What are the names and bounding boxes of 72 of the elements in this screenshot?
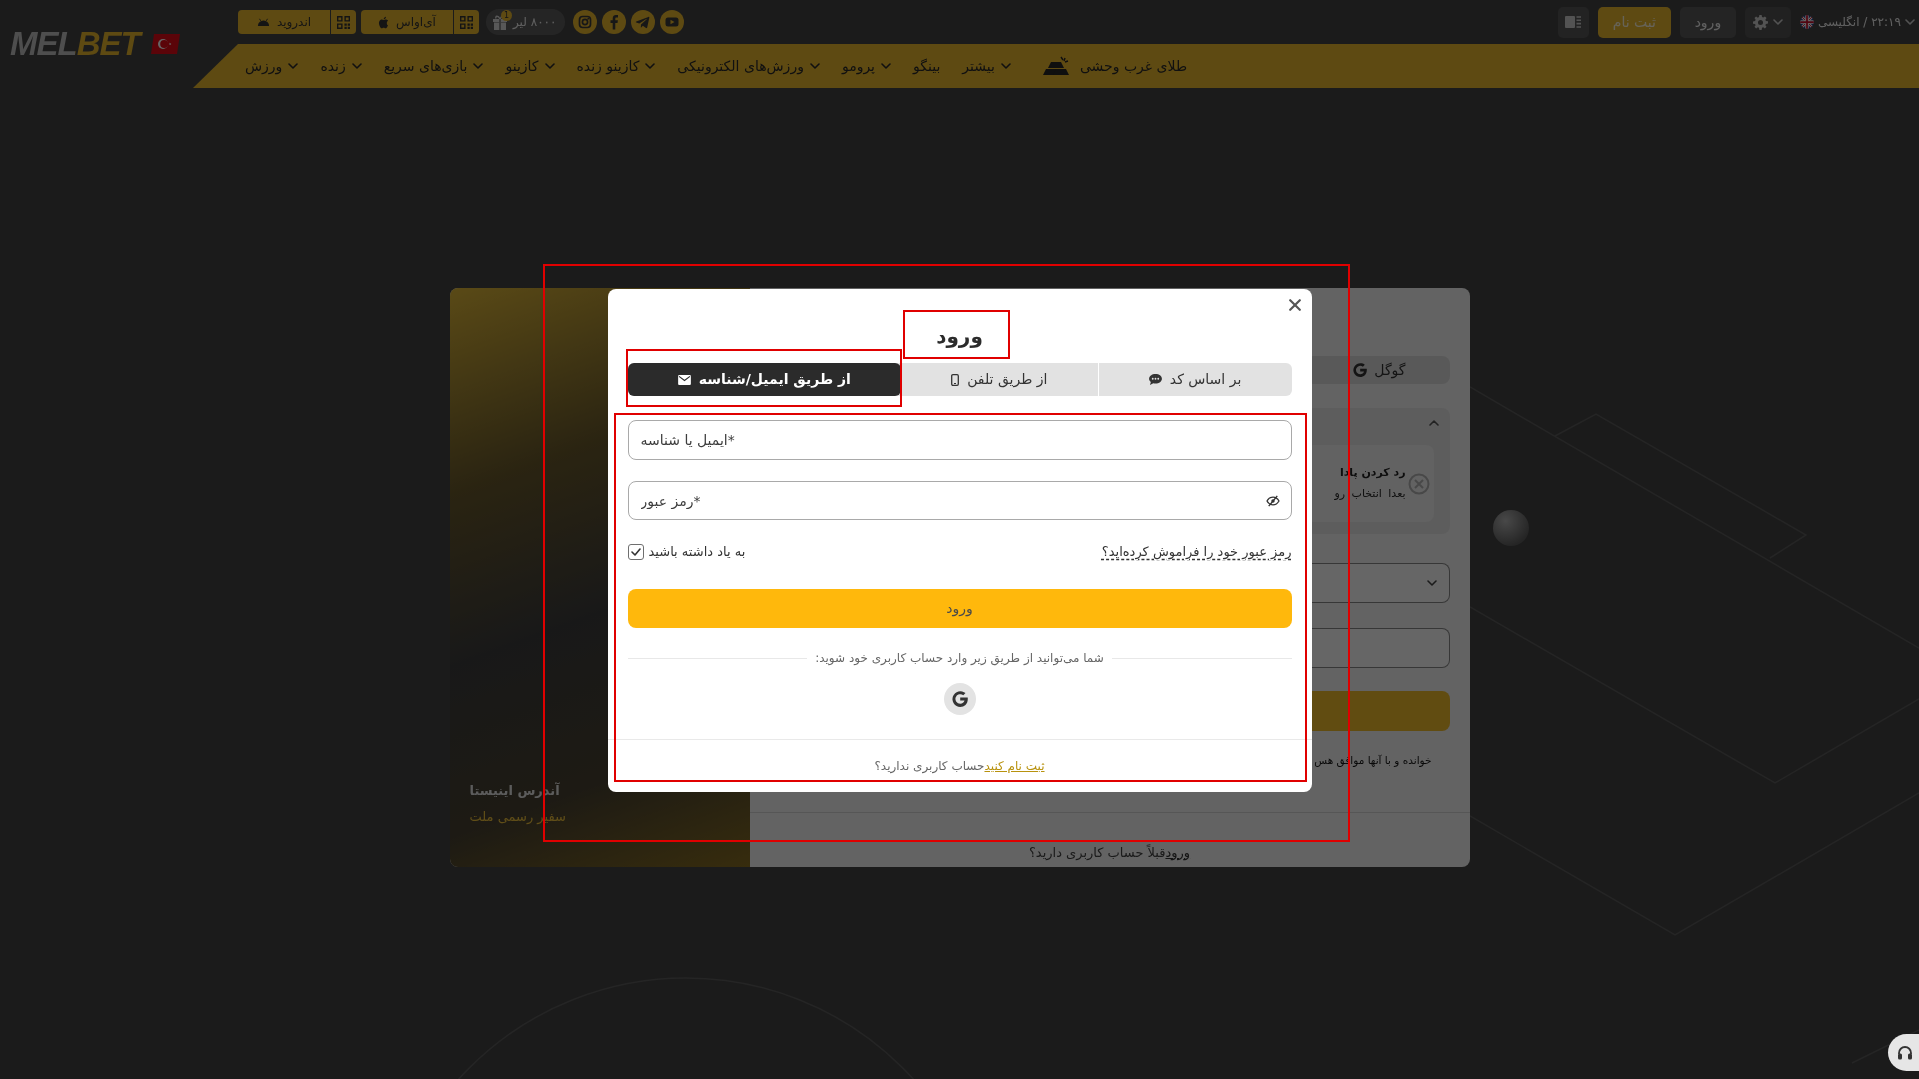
qr-code-button[interactable]: [331, 10, 356, 34]
nav-menu-item[interactable]: ورزش‌های الکترونیکی: [677, 55, 820, 77]
chevron-down-icon: [351, 63, 362, 69]
login-method-tab[interactable]: از طریق تلفن: [901, 363, 1099, 396]
login-method-tab[interactable]: از طریق ایمیل/شناسه: [627, 363, 901, 396]
dialog-title: ورود: [936, 323, 983, 350]
email-field[interactable]: ایمیل یا شناسه*: [627, 420, 1292, 460]
chevron-down-icon: [881, 63, 892, 69]
password-field[interactable]: رمز عبور*: [627, 481, 1292, 520]
apple-icon: [378, 15, 390, 29]
forgot-password-link[interactable]: رمز عبور خود را فراموش کرده‌اید؟: [1101, 542, 1292, 562]
qr-code-icon: [460, 15, 473, 29]
facebook-icon[interactable]: [601, 10, 626, 34]
social-login-caption: شما می‌توانید از طریق زیر وارد حساب کاربری خود شوید:: [815, 650, 1104, 667]
social-login-button[interactable]: [943, 683, 976, 715]
crescent-star-flag-icon[interactable]: [150, 34, 180, 54]
flag-icon: [1799, 15, 1814, 29]
chevron-down-icon: [809, 63, 820, 69]
notification-badge: 1: [501, 10, 512, 21]
nav-menu-item[interactable]: بازی‌های سریع: [383, 55, 484, 77]
remember-me-label[interactable]: به یاد داشته باشید: [648, 542, 746, 562]
chevron-down-icon: [544, 63, 555, 69]
login-prompt-text: قبلاً حساب کاربری دارید؟: [1028, 843, 1166, 860]
g-logo-icon: [951, 691, 968, 707]
app-download-button[interactable]: اندروید: [238, 10, 330, 34]
toolbar-button[interactable]: [1557, 6, 1589, 38]
envelope-icon: [677, 374, 691, 385]
telegram-icon[interactable]: [630, 10, 655, 34]
chevron-down-icon: [1905, 19, 1915, 25]
chevron-down-icon: [1426, 580, 1437, 586]
chevron-down-icon: [288, 63, 299, 69]
bonus-option-subtitle: بعدا انتخاب رو: [1334, 485, 1406, 502]
checkmark-icon: [630, 548, 641, 556]
chevron-down-icon: [473, 63, 484, 69]
video-play-icon[interactable]: [659, 10, 684, 34]
language-selector[interactable]: ۲۲:۱۹ / انگلیسی: [1799, 6, 1915, 38]
support-button[interactable]: [1888, 1034, 1919, 1071]
nav-menu-item[interactable]: کازینو: [505, 55, 555, 77]
close-icon[interactable]: [1288, 299, 1301, 311]
phone-icon: [951, 373, 960, 386]
android-icon: [256, 18, 270, 26]
settings-icon: [1752, 14, 1768, 30]
login-link[interactable]: ورود: [1165, 842, 1191, 862]
nav-menu-item[interactable]: کازینو زنده: [576, 55, 656, 77]
chevron-down-icon: [1772, 19, 1783, 25]
login-method-tab[interactable]: بر اساس کد: [1098, 363, 1292, 396]
nav-menu-item[interactable]: پرومو: [841, 55, 892, 77]
app-download-button[interactable]: آی‌اواس: [361, 10, 453, 34]
settings-button[interactable]: [1744, 6, 1791, 38]
signup-prompt-text: حساب کاربری ندارید؟: [874, 758, 985, 775]
g-logo-icon: [1353, 363, 1368, 377]
eye-slash-icon[interactable]: [1265, 495, 1280, 507]
ingots-icon: [1040, 56, 1071, 76]
nav-menu-item[interactable]: بیشتر: [962, 55, 1011, 77]
panel-icon: [1565, 16, 1582, 28]
nav-menu-item[interactable]: زنده: [320, 55, 362, 77]
chevron-down-icon: [1000, 63, 1011, 69]
qr-code-icon: [337, 15, 350, 29]
cross-circle-icon: [1407, 472, 1430, 495]
nav-featured-link[interactable]: طلای غرب وحشی: [1040, 55, 1188, 77]
nav-menu-item[interactable]: ورزش: [245, 55, 299, 77]
qr-code-button[interactable]: [454, 10, 479, 34]
register-button[interactable]: ثبت نام: [1597, 6, 1671, 38]
remember-me-checkbox[interactable]: [627, 544, 644, 560]
signup-link[interactable]: ثبت نام کنید: [984, 757, 1045, 775]
headset-icon: [1897, 1044, 1913, 1061]
login-submit-button[interactable]: ورود: [627, 589, 1292, 628]
chevron-up-icon[interactable]: [1428, 420, 1439, 426]
chat-bubble-icon: [1148, 374, 1162, 385]
instagram-icon[interactable]: [572, 10, 597, 34]
nav-link[interactable]: بینگو: [913, 55, 941, 77]
chevron-down-icon: [645, 63, 656, 69]
